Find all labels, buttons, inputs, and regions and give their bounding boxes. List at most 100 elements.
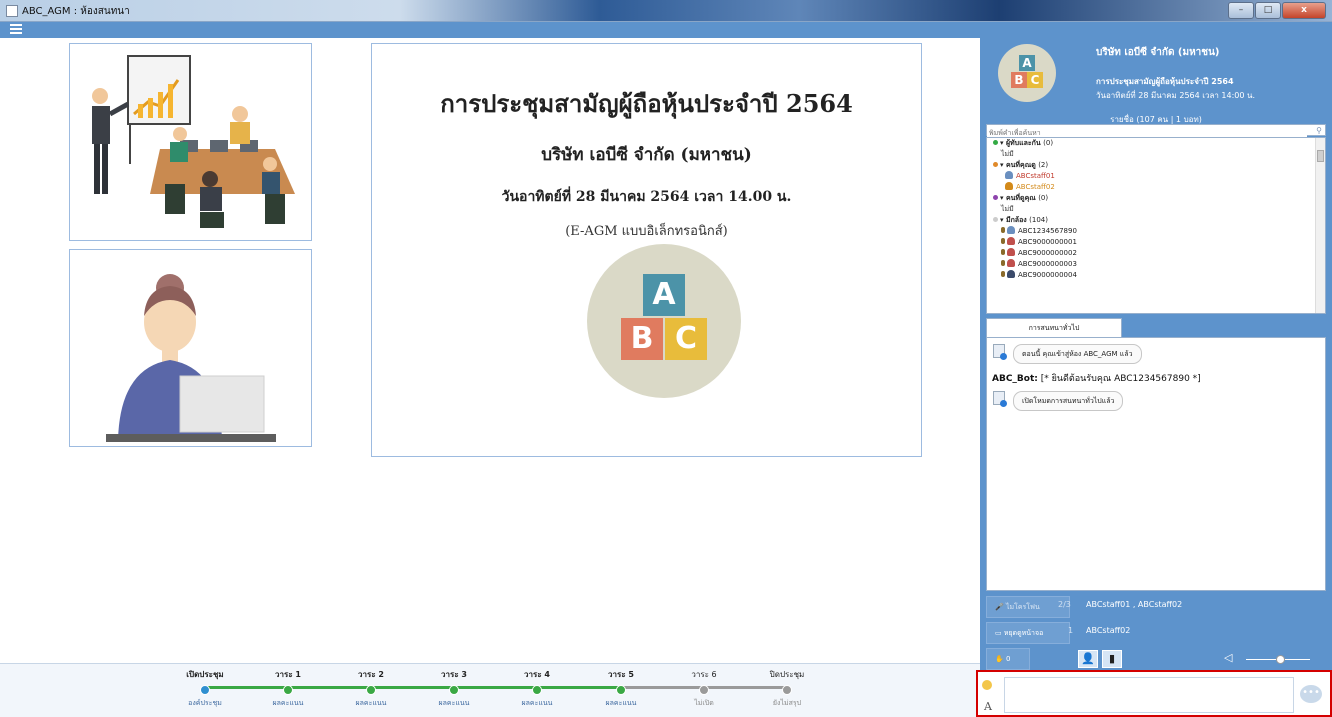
user-item[interactable]: ABCstaff02: [987, 182, 1325, 193]
room-meeting: การประชุมสามัญผู้ถือหุ้นประจำปี 2564: [1096, 77, 1234, 86]
agenda-step-2[interactable]: วาระ 2 ผลคะแนน: [326, 668, 416, 709]
screen-control-row: ▭ หยุดดูหน้าจอ 1 ABCstaff02: [986, 622, 1326, 646]
minimize-button[interactable]: –: [1228, 2, 1254, 19]
group-dot-icon: [993, 195, 998, 200]
user-icon: [1007, 259, 1015, 267]
user-item[interactable]: ABC9000000001: [987, 237, 1325, 248]
user-item[interactable]: ABC1234567890: [987, 226, 1325, 237]
user-list-scrollbar[interactable]: [1315, 138, 1325, 313]
group-dot-icon: [993, 162, 998, 167]
group-header[interactable]: ▾ คนที่ดูคุณ (0): [987, 193, 1325, 204]
agenda-step-close[interactable]: ปิดประชุม ยังไม่สรุป: [742, 668, 832, 709]
users-icon[interactable]: 👤: [1078, 650, 1098, 668]
step-dot: [449, 685, 459, 695]
screen-users: ABCstaff02: [1086, 626, 1131, 635]
room-header: A B C บริษัท เอบีซี จำกัด (มหาชน) การประ…: [986, 40, 1326, 114]
group-header[interactable]: ▾ คนที่คุณดู (2): [987, 160, 1325, 171]
mic-icon: [1001, 260, 1005, 266]
slide-company: บริษัท เอบีซี จำกัด (มหาชน): [541, 145, 752, 165]
voice-control-row: 🎤 ไมโครโฟน 2/3 ABCstaff01 , ABCstaff02: [986, 596, 1326, 620]
user-icon: [1005, 182, 1013, 190]
chat-bubble: ตอนนี้ คุณเข้าสู่ห้อง ABC_AGM แล้ว: [1013, 344, 1142, 364]
window-titlebar: ABC_AGM : ห้องสนทนา – □ x: [0, 0, 1332, 22]
group-dot-icon: [993, 217, 998, 222]
slide-mode: (E-AGM แบบอิเล็กทรอนิกส์): [565, 224, 728, 239]
logo-block-c: C: [665, 318, 707, 360]
user-icon: [1005, 171, 1013, 179]
right-panel: A B C บริษัท เอบีซี จำกัด (มหาชน) การประ…: [980, 38, 1332, 717]
video-tile-attendee[interactable]: [69, 249, 312, 447]
agenda-step-open[interactable]: เปิดประชุม องค์ประชุม: [160, 668, 250, 709]
action-row: ✋ 0 👤 ▮ ◁: [986, 648, 1326, 672]
user-icon: [1007, 248, 1015, 256]
window-controls: – □ x: [1227, 2, 1326, 19]
step-dot: [782, 685, 792, 695]
menu-list-icon[interactable]: [10, 24, 22, 35]
video-tile-presenter[interactable]: [69, 43, 312, 241]
room-company: บริษัท เอบีซี จำกัด (มหาชน): [1096, 47, 1220, 58]
step-dot: [283, 685, 293, 695]
user-item[interactable]: ABCstaff01: [987, 171, 1325, 182]
video-stage: การประชุมสามัญผู้ถือหุ้นประจำปี 2564 บริ…: [0, 38, 980, 717]
bot-icon: [993, 391, 1007, 407]
scrollbar-thumb[interactable]: [1317, 150, 1324, 162]
meeting-illustration: [92, 55, 295, 228]
group-header[interactable]: ▾ มีกล้อง (104): [987, 215, 1325, 226]
message-input-area: A •••: [976, 670, 1332, 717]
close-button[interactable]: x: [1282, 2, 1326, 19]
app-icon: [6, 5, 18, 17]
agenda-step-4[interactable]: วาระ 4 ผลคะแนน: [492, 668, 582, 709]
volume-slider[interactable]: [1246, 655, 1310, 664]
speaker-icon[interactable]: ◁: [1224, 651, 1232, 664]
mic-icon: [1001, 238, 1005, 244]
agenda-step-1[interactable]: วาระ 1 ผลคะแนน: [243, 668, 333, 709]
step-dot: [616, 685, 626, 695]
user-icon: [1007, 237, 1015, 245]
raise-hand-button[interactable]: ✋ 0: [986, 648, 1030, 670]
room-logo: A B C: [998, 44, 1056, 102]
chat-tabs: การสนทนาทั่วไป: [986, 318, 1326, 337]
tab-general-chat[interactable]: การสนทนาทั่วไป: [986, 318, 1122, 337]
emoji-icon[interactable]: [982, 680, 992, 690]
step-dot: [200, 685, 210, 695]
agenda-step-5[interactable]: วาระ 5 ผลคะแนน: [576, 668, 666, 709]
bot-icon: [993, 344, 1007, 360]
member-count: รายชื่อ (107 คน | 1 บอท): [1110, 115, 1202, 124]
message-input[interactable]: [1004, 677, 1294, 713]
user-icon: [1007, 270, 1015, 278]
abc-logo: A B C: [587, 244, 741, 398]
chart-icon[interactable]: ▮: [1102, 650, 1122, 668]
group-header[interactable]: ▾ ผู้ทับและกัน (0): [987, 138, 1325, 149]
bot-message: ABC_Bot: [* ยินดีต้อนรับคุณ ABC123456789…: [992, 374, 1201, 384]
room-date: วันอาทิตย์ที่ 28 มีนาคม 2564 เวลา 14:00 …: [1096, 91, 1256, 100]
agenda-step-6[interactable]: วาระ 6 ไม่เปิด: [659, 668, 749, 709]
search-icon[interactable]: ⚲: [1316, 126, 1322, 135]
slide-date: วันอาทิตย์ที่ 28 มีนาคม 2564 เวลา 14.00 …: [501, 189, 792, 205]
step-dot: [532, 685, 542, 695]
user-item[interactable]: ABC9000000003: [987, 259, 1325, 270]
toolbar: [0, 22, 1332, 38]
user-search: ⚲: [986, 124, 1326, 138]
logo-block-a: A: [643, 274, 685, 316]
group-dot-icon: [993, 140, 998, 145]
mic-icon: [1001, 271, 1005, 277]
presentation-slide: การประชุมสามัญผู้ถือหุ้นประจำปี 2564 บริ…: [371, 43, 922, 457]
empty-text: ไม่มี: [1001, 205, 1014, 213]
volume-knob[interactable]: [1276, 655, 1285, 664]
slide-title: การประชุมสามัญผู้ถือหุ้นประจำปี 2564: [440, 89, 853, 118]
send-message-icon[interactable]: •••: [1300, 685, 1322, 703]
user-item[interactable]: ABC9000000004: [987, 270, 1325, 281]
user-item[interactable]: ABC9000000002: [987, 248, 1325, 259]
maximize-button[interactable]: □: [1255, 2, 1281, 19]
agenda-step-3[interactable]: วาระ 3 ผลคะแนน: [409, 668, 499, 709]
stop-screen-button[interactable]: ▭ หยุดดูหน้าจอ: [986, 622, 1070, 644]
mic-icon: [1001, 249, 1005, 255]
window-title: ABC_AGM : ห้องสนทนา: [22, 6, 130, 17]
chat-log: ตอนนี้ คุณเข้าสู่ห้อง ABC_AGM แล้ว ABC_B…: [986, 337, 1326, 591]
chat-message: เปิดโหมดการสนทนาทั่วไปแล้ว: [987, 389, 1325, 415]
chat-message: ตอนนี้ คุณเข้าสู่ห้อง ABC_AGM แล้ว: [987, 342, 1325, 368]
step-dot: [699, 685, 709, 695]
user-icon: [1007, 226, 1015, 234]
voice-users: ABCstaff01 , ABCstaff02: [1086, 600, 1183, 609]
font-icon[interactable]: A: [984, 700, 992, 713]
